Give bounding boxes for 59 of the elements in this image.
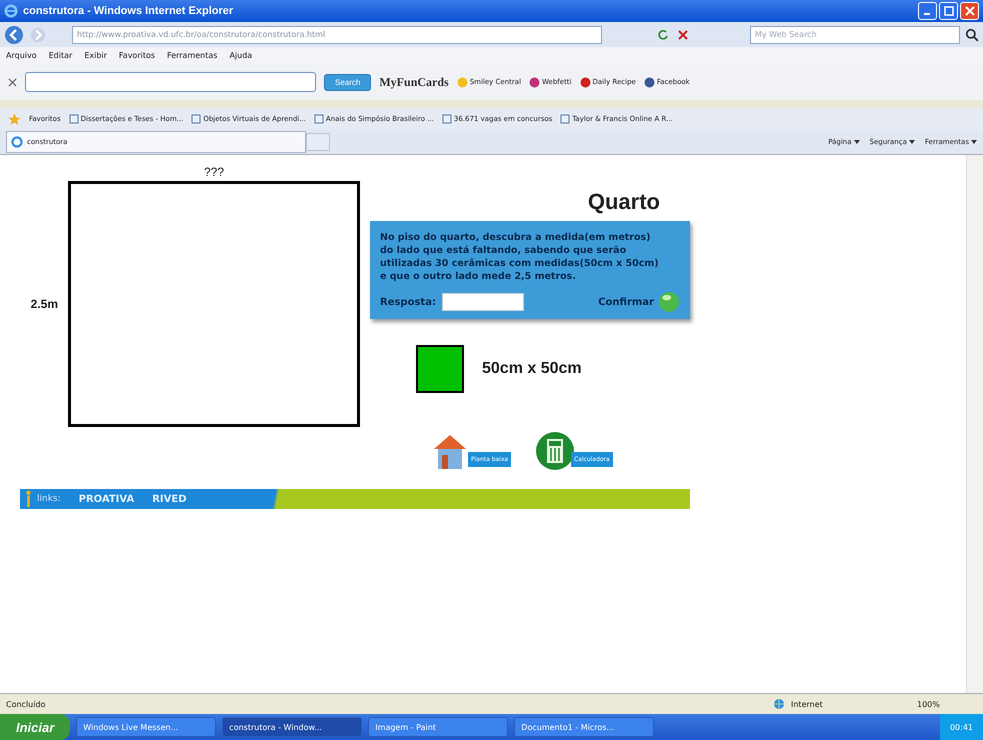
link-icon (580, 76, 590, 88)
search-icon[interactable] (965, 28, 979, 42)
back-button[interactable] (4, 24, 24, 44)
answer-label: Resposta: (380, 296, 436, 308)
links-label: links: (37, 494, 61, 504)
page-icon (442, 114, 452, 124)
link-icon (456, 76, 468, 88)
menu-item[interactable]: Editar (48, 51, 72, 60)
page-icon (68, 114, 79, 124)
clock: 00:41 (940, 714, 983, 740)
menu-item[interactable]: Favoritos (118, 51, 156, 60)
stop-icon[interactable] (677, 28, 689, 40)
star-icon (8, 112, 21, 126)
answer-field[interactable] (442, 293, 524, 311)
minimize-icon (924, 13, 930, 15)
minimize-button[interactable] (918, 2, 937, 20)
confirm-button[interactable]: Confirmar (594, 296, 658, 308)
page-title: Quarto (588, 189, 660, 215)
taskbar-button[interactable]: Windows Live Messen... (76, 717, 216, 737)
window-title: construtora - Windows Internet Explorer (23, 5, 234, 17)
brand-logo[interactable]: MyFunCards (379, 74, 449, 90)
calculator-icon[interactable] (535, 431, 576, 471)
orb-icon[interactable] (658, 291, 680, 313)
question-text: No piso do quarto, descubra a medida(em metros) do lado que está faltando, sabendo que serão utilizadas 30 cerâmicas com medidas(50cm x 50cm) e que o outro lado mede 2,5 metros. (380, 231, 660, 283)
browser-logo-icon (4, 4, 18, 18)
refresh-icon[interactable] (657, 28, 669, 40)
link-icon (529, 76, 540, 88)
taskbar-button[interactable]: construtora - Window... (222, 717, 362, 737)
menu-item[interactable]: Arquivo (6, 51, 37, 60)
caret-icon[interactable] (908, 140, 915, 144)
toolbar-search-field[interactable] (25, 72, 316, 92)
tile-square (416, 345, 464, 393)
dimension-label: ??? (202, 165, 226, 179)
menu-item[interactable]: Ferramentas (167, 51, 218, 60)
maximize-icon (944, 6, 954, 16)
tile-label: 50cm x 50cm (482, 360, 582, 378)
menu-item[interactable]: Exibir (84, 51, 107, 60)
status-text: Concluído (6, 700, 46, 708)
scrollbar[interactable] (966, 155, 983, 693)
close-button[interactable] (960, 2, 979, 20)
zone-text: Internet (791, 700, 824, 708)
info-icon (24, 489, 33, 509)
close-icon (964, 6, 974, 16)
taskbar-button[interactable]: Imagem - Paint (368, 717, 508, 737)
maximize-button[interactable] (939, 2, 958, 20)
menu-item[interactable]: Ajuda (229, 51, 252, 60)
link-icon (644, 76, 655, 88)
page-icon (191, 114, 202, 124)
dimension-label: 2.5m (30, 297, 58, 311)
taskbar-button[interactable]: Documento1 - Micros... (514, 717, 654, 737)
close-icon[interactable] (8, 78, 17, 86)
caret-icon[interactable] (971, 140, 977, 144)
page-icon (314, 114, 324, 124)
caret-icon[interactable] (854, 140, 860, 144)
zoom-control[interactable]: 100% (917, 700, 977, 708)
browser-logo-icon (11, 136, 23, 148)
globe-icon (773, 698, 785, 710)
page-icon (560, 114, 570, 124)
start-button[interactable]: Iniciar (0, 714, 70, 740)
